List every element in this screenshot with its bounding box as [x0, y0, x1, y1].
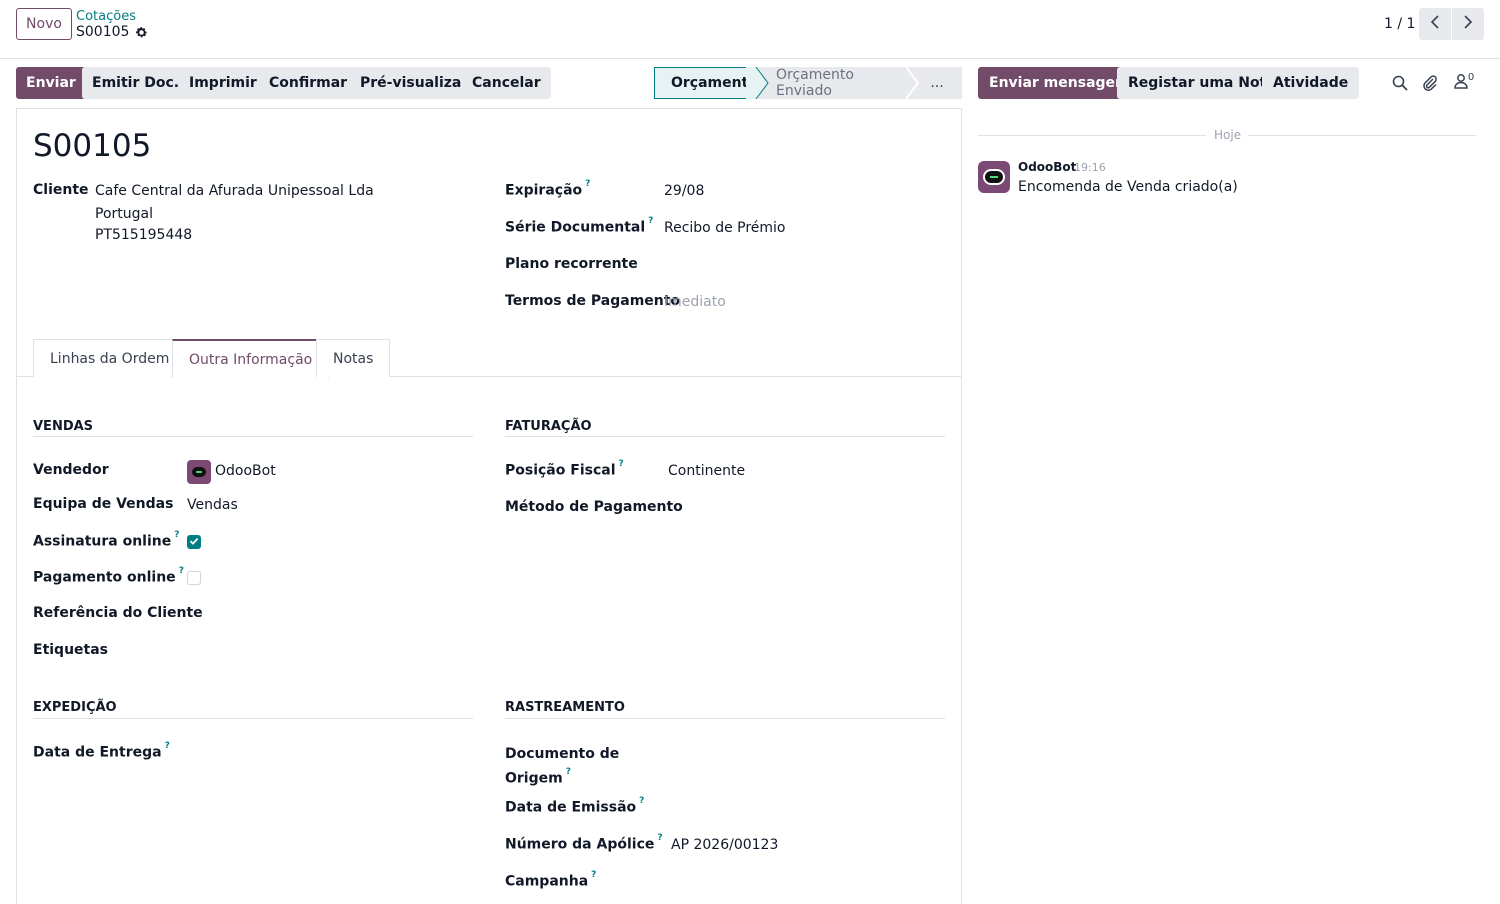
recurring-plan-field[interactable]	[664, 256, 944, 274]
customer-name[interactable]: Cafe Central da Afurada Unipessoal Lda	[95, 183, 374, 199]
status-arrow-divider-2	[905, 67, 920, 99]
help-icon: ?	[585, 179, 591, 189]
check-icon	[189, 534, 199, 550]
help-icon: ?	[618, 459, 624, 469]
campaign-label: Campanha?	[505, 870, 597, 890]
help-icon: ?	[648, 216, 654, 226]
help-icon: ?	[591, 870, 597, 880]
status-arrow-divider	[746, 67, 769, 99]
tab-other-info[interactable]: Outra Informação	[172, 339, 330, 378]
breadcrumb-parent-link[interactable]: Cotações	[76, 9, 136, 24]
help-icon: ?	[657, 833, 663, 843]
tab-notes[interactable]: Notas	[316, 339, 391, 377]
section-divider	[505, 436, 945, 437]
send-button[interactable]: Enviar	[16, 67, 86, 99]
customer-reference-field[interactable]	[187, 605, 467, 623]
section-sales-title: VENDAS	[33, 419, 94, 434]
chevron-left-icon	[1430, 15, 1440, 33]
new-button[interactable]: Novo	[16, 8, 72, 40]
fiscal-position-field[interactable]: Continente	[668, 463, 745, 479]
payment-terms-field[interactable]: Imediato	[664, 294, 726, 310]
preview-button[interactable]: Pré-visualizar	[350, 67, 479, 99]
section-divider	[33, 436, 473, 437]
message-time: 19:16	[1074, 161, 1106, 174]
payment-method-field[interactable]	[668, 499, 938, 517]
print-button[interactable]: Imprimir	[179, 67, 267, 99]
sales-team-label: Equipa de Vendas	[33, 496, 174, 512]
pager-previous-button[interactable]	[1419, 8, 1451, 40]
help-icon: ?	[174, 530, 180, 540]
message-body: Encomenda de Venda criado(a)	[1018, 179, 1238, 195]
help-icon: ?	[178, 566, 184, 576]
control-panel	[0, 0, 1500, 59]
section-invoicing-title: FATURAÇÃO	[505, 419, 592, 434]
date-divider-line	[978, 135, 1206, 136]
confirm-button[interactable]: Confirmar	[259, 67, 358, 99]
search-icon[interactable]	[1390, 73, 1410, 93]
section-tracking-title: RASTREAMENTO	[505, 700, 625, 715]
doc-series-label: Série Documental?	[505, 216, 654, 236]
issue-date-field[interactable]	[671, 799, 941, 817]
delivery-date-label: Data de Entrega?	[33, 741, 170, 761]
payment-method-label: Método de Pagamento	[505, 499, 683, 515]
online-signature-label: Assinatura online?	[33, 530, 180, 550]
online-payment-checkbox[interactable]	[187, 571, 201, 585]
page-title: S00105	[33, 128, 152, 164]
breadcrumb-current: S00105	[76, 24, 148, 40]
emit-doc-button[interactable]: Emitir Doc.	[82, 67, 190, 99]
followers-button[interactable]: 0	[1452, 71, 1476, 93]
payment-terms-label: Termos de Pagamento	[505, 293, 681, 309]
expiration-field[interactable]: 29/08	[664, 183, 704, 199]
section-divider	[505, 718, 945, 719]
tab-order-lines[interactable]: Linhas da Ordem	[33, 339, 187, 377]
salesperson-label: Vendedor	[33, 462, 109, 478]
policy-number-label: Número da Apólice?	[505, 833, 663, 853]
section-shipping-title: EXPEDIÇÃO	[33, 700, 117, 715]
policy-number-field[interactable]: AP 2026/00123	[671, 837, 778, 853]
customer-reference-label: Referência do Cliente	[33, 605, 203, 621]
salesperson-field[interactable]: OdooBot	[215, 463, 276, 479]
customer-vat: PT515195448	[95, 227, 193, 243]
sales-team-field[interactable]: Vendas	[187, 497, 238, 513]
delivery-date-field[interactable]	[187, 744, 467, 762]
expiration-label: Expiração?	[505, 179, 591, 199]
message-author[interactable]: OdooBot	[1018, 160, 1076, 174]
section-divider	[33, 718, 473, 719]
chevron-right-icon	[1463, 15, 1473, 33]
activity-button[interactable]: Atividade	[1262, 67, 1360, 99]
issue-date-label: Data de Emissão?	[505, 796, 645, 816]
breadcrumb-current-label: S00105	[76, 24, 130, 40]
cancel-button[interactable]: Cancelar	[462, 67, 551, 99]
user-icon	[1454, 73, 1468, 93]
customer-country: Portugal	[95, 206, 153, 222]
tags-label: Etiquetas	[33, 642, 109, 658]
source-document-field[interactable]	[671, 744, 941, 762]
followers-count: 0	[1467, 71, 1475, 83]
tags-field[interactable]	[187, 642, 467, 660]
online-payment-label: Pagamento online?	[33, 566, 184, 586]
status-quotation[interactable]: Orçamento	[654, 67, 758, 99]
pager-value[interactable]: 1 / 1	[1384, 16, 1415, 32]
fiscal-position-label: Posição Fiscal?	[505, 459, 624, 479]
doc-series-field[interactable]: Recibo de Prémio	[664, 220, 786, 236]
help-icon: ?	[639, 796, 645, 806]
date-divider-label: Hoje	[1214, 128, 1242, 142]
customer-label: Cliente	[33, 182, 89, 198]
online-signature-checkbox[interactable]	[187, 535, 201, 549]
pager-next-button[interactable]	[1452, 8, 1484, 40]
date-divider-line	[1248, 135, 1476, 136]
gear-icon[interactable]	[135, 26, 148, 39]
help-icon: ?	[565, 767, 571, 777]
avatar	[187, 460, 211, 484]
paperclip-icon[interactable]	[1420, 73, 1440, 93]
recurring-plan-label: Plano recorrente	[505, 256, 638, 272]
help-icon: ?	[164, 741, 170, 751]
source-document-label: Documento de Origem?	[505, 746, 620, 787]
status-quotation-sent[interactable]: Orçamento Enviado	[756, 67, 912, 99]
campaign-field[interactable]	[671, 873, 941, 891]
avatar[interactable]	[978, 161, 1010, 193]
